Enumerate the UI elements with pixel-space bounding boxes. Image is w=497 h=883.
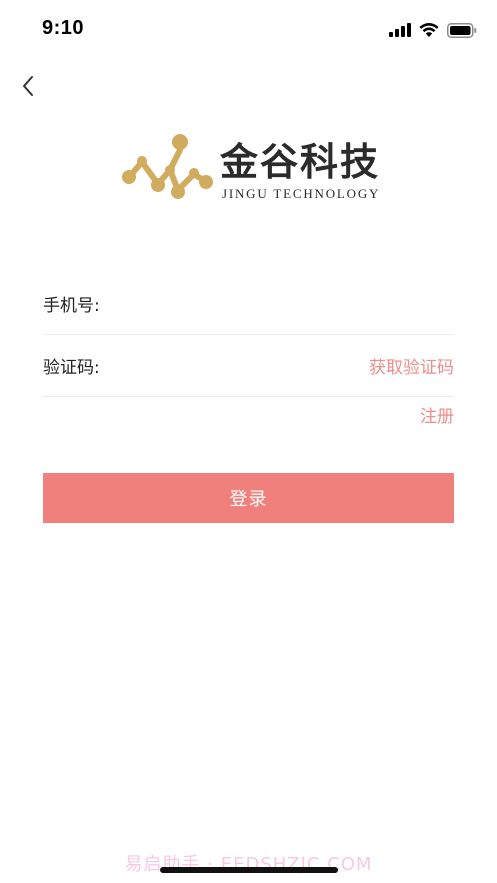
home-indicator [160, 867, 338, 873]
phone-label: 手机号: [43, 296, 100, 316]
brand-name: 金谷科技 [220, 140, 381, 184]
battery-icon [447, 22, 477, 38]
status-time: 9:10 [42, 17, 85, 39]
molecule-logo-icon [122, 134, 213, 199]
verification-code-input[interactable] [135, 348, 359, 382]
register-link[interactable]: 注册 [420, 402, 454, 427]
status-icons [389, 20, 477, 40]
get-code-button[interactable]: 获取验证码 [369, 353, 454, 378]
brand-logo: 金谷科技 JINGU TECHNOLOGY [122, 132, 380, 204]
code-label: 验证码: [43, 358, 100, 378]
phone-row: 手机号: [43, 272, 454, 335]
signal-icon [389, 23, 411, 37]
chevron-left-icon [23, 76, 33, 96]
code-row: 验证码: 获取验证码 [43, 334, 454, 397]
phone-input[interactable] [135, 286, 449, 320]
wifi-icon [419, 22, 439, 37]
brand-subtitle: JINGU TECHNOLOGY [222, 186, 381, 201]
login-button[interactable]: 登录 [43, 473, 454, 523]
status-bar: 9:10 [0, 0, 497, 60]
back-button[interactable] [14, 72, 42, 100]
